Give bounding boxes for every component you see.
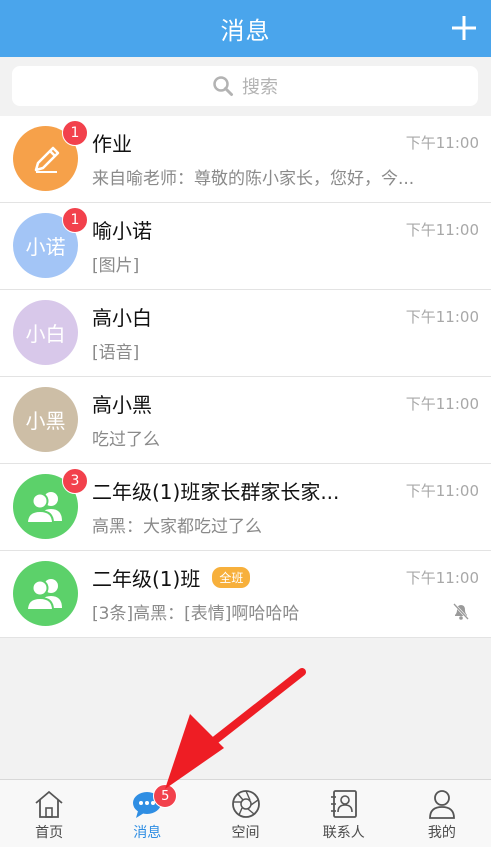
annotation-arrow-icon (165, 668, 306, 789)
